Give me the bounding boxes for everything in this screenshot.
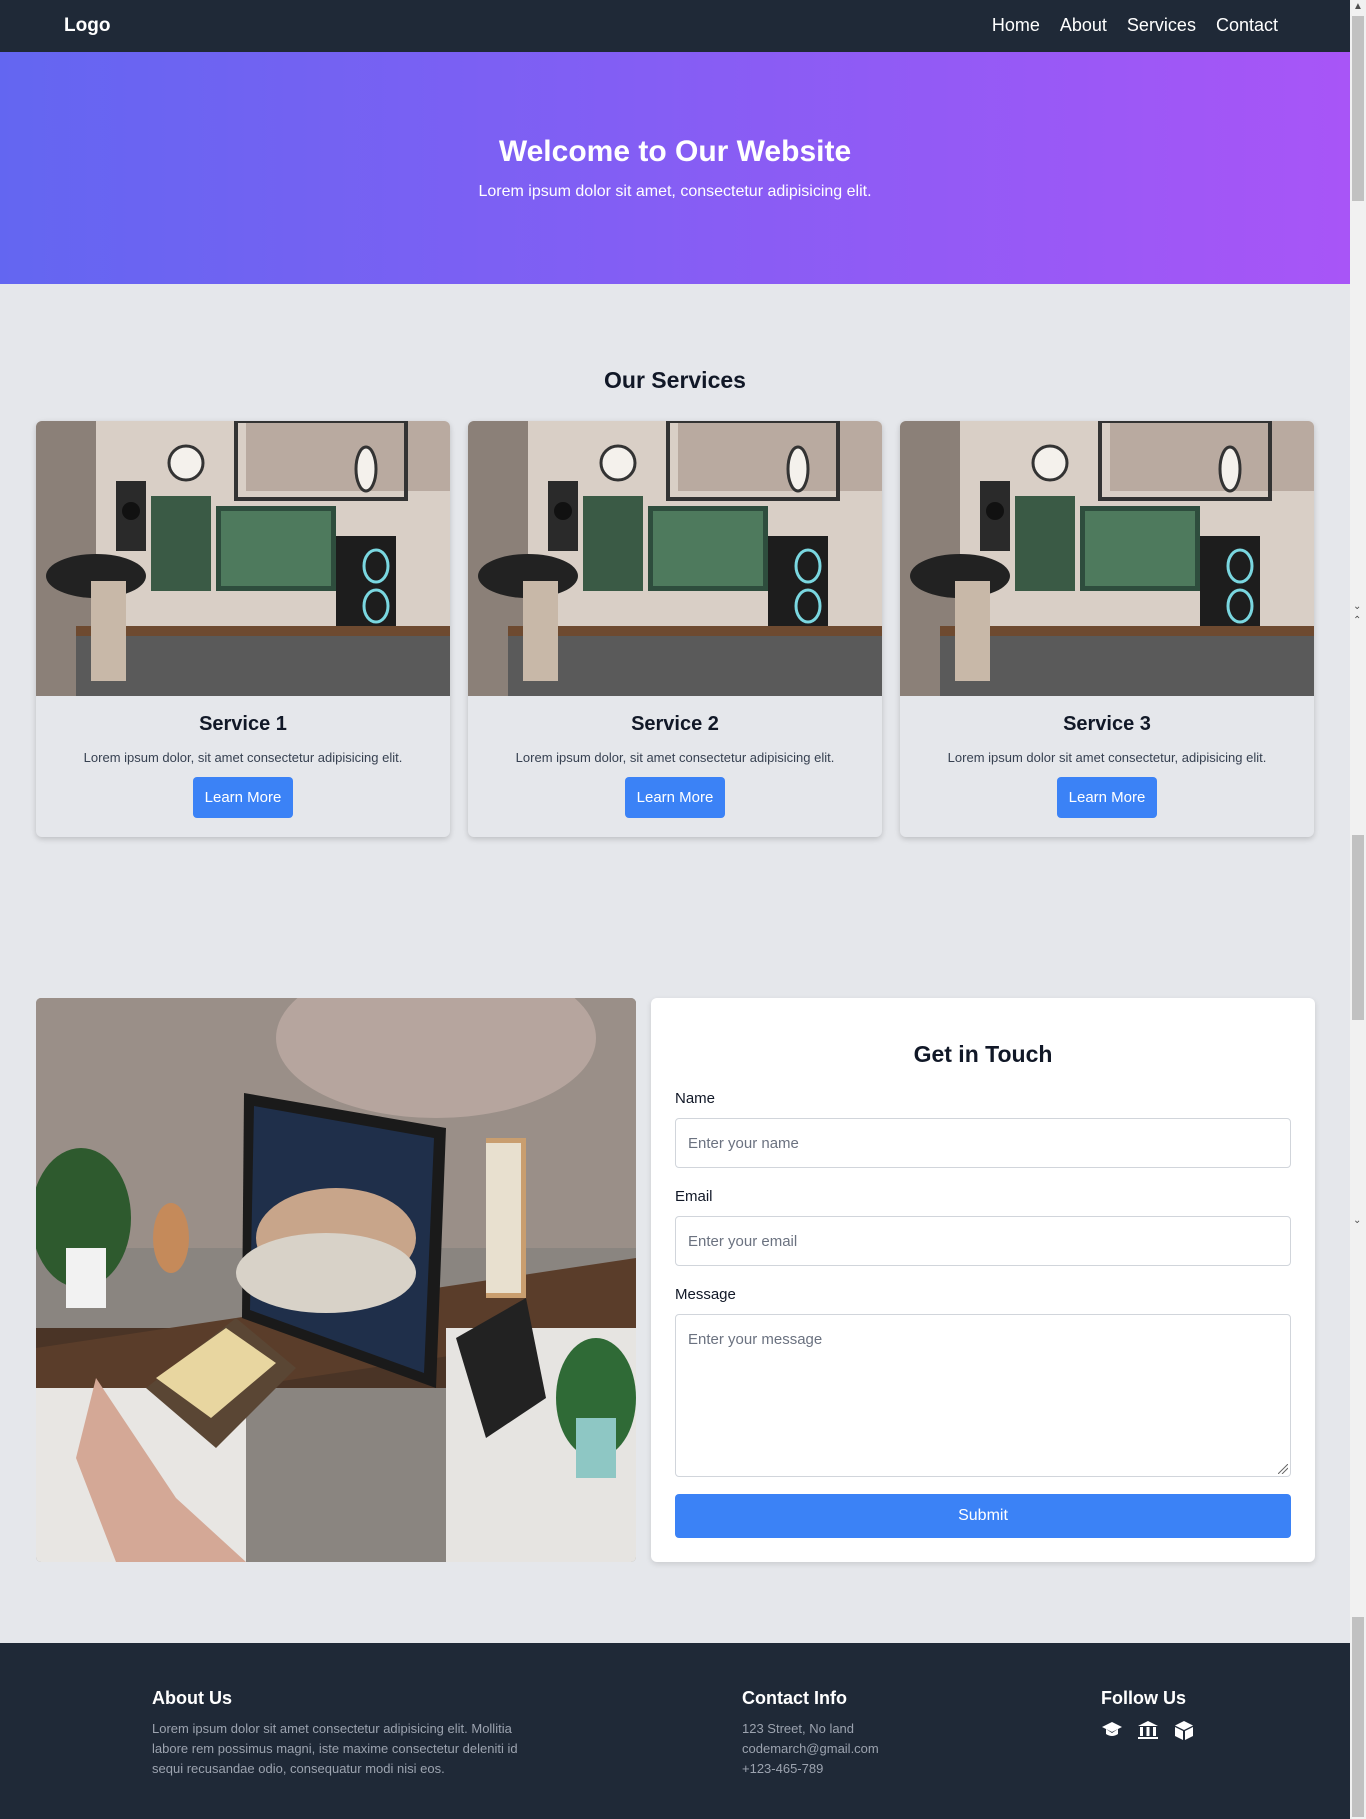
nav-menu: Home About Services Contact — [992, 15, 1278, 36]
cube-icon[interactable] — [1173, 1719, 1195, 1741]
scrollbar-thumb-tertiary[interactable] — [1352, 1617, 1364, 1817]
footer-about-text: Lorem ipsum dolor sit amet consectetur a… — [152, 1721, 518, 1776]
learn-more-button[interactable]: Learn More — [1056, 777, 1158, 818]
service-card: Service 3 Lorem ipsum dolor sit amet con… — [900, 421, 1314, 837]
nav-item-services[interactable]: Services — [1127, 15, 1196, 36]
service-image — [900, 421, 1314, 696]
service-text: Lorem ipsum dolor, sit amet consectetur … — [515, 750, 835, 765]
learn-more-button[interactable]: Learn More — [624, 777, 726, 818]
footer-address: 123 Street, No land — [742, 1721, 855, 1736]
bank-icon[interactable] — [1137, 1719, 1159, 1741]
service-title: Service 1 — [199, 713, 287, 735]
top-navbar: Logo Home About Services Contact — [0, 0, 1350, 52]
social-links — [1101, 1719, 1195, 1741]
message-label: Message — [675, 1286, 736, 1303]
message-placeholder: Enter your message — [688, 1331, 823, 1348]
name-field[interactable]: Enter your name — [675, 1118, 1291, 1168]
scrollbar-thumb-secondary[interactable] — [1352, 835, 1364, 1020]
name-label: Name — [675, 1090, 716, 1107]
service-title: Service 2 — [631, 713, 719, 735]
desk-image — [36, 998, 636, 1562]
nav-item-home[interactable]: Home — [992, 15, 1040, 36]
service-title: Service 3 — [1063, 713, 1151, 735]
footer: About Us Lorem ipsum dolor sit amet cons… — [0, 1643, 1350, 1819]
service-card: Service 2 Lorem ipsum dolor, sit amet co… — [468, 421, 882, 837]
graduation-cap-icon[interactable] — [1101, 1719, 1123, 1741]
submit-button[interactable]: Submit — [675, 1494, 1291, 1538]
service-text: Lorem ipsum dolor sit amet consectetur, … — [947, 750, 1267, 765]
nav-item-about[interactable]: About — [1060, 15, 1107, 36]
service-card: Service 1 Lorem ipsum dolor, sit amet co… — [36, 421, 450, 837]
footer-contact-title: Contact Info — [742, 1688, 847, 1708]
hero-banner: Welcome to Our Website Lorem ipsum dolor… — [0, 52, 1350, 284]
message-field[interactable]: Enter your message — [675, 1314, 1291, 1477]
services-cards: Service 1 Lorem ipsum dolor, sit amet co… — [36, 421, 1315, 837]
footer-follow-title: Follow Us — [1101, 1688, 1186, 1708]
footer-about-title: About Us — [152, 1688, 232, 1708]
footer-contact-info: 123 Street, No land codemarch@gmail.com … — [742, 1719, 879, 1779]
services-title: Our Services — [604, 367, 746, 393]
learn-more-button[interactable]: Learn More — [192, 777, 294, 818]
hero-subtitle: Lorem ipsum dolor sit amet, consectetur … — [478, 183, 872, 200]
resize-handle-icon[interactable] — [1278, 1464, 1288, 1474]
service-text: Lorem ipsum dolor, sit amet consectetur … — [83, 750, 403, 765]
form-title: Get in Touch — [913, 1041, 1053, 1067]
email-label: Email — [675, 1188, 713, 1205]
nav-item-contact[interactable]: Contact — [1216, 15, 1278, 36]
contact-form: Get in Touch Name Enter your name Email … — [651, 998, 1315, 1562]
service-image — [468, 421, 882, 696]
chevron-up-icon[interactable]: ⌃ — [1353, 616, 1363, 626]
scrollbar-thumb[interactable] — [1352, 16, 1364, 201]
footer-phone: +123-465-789 — [742, 1761, 824, 1776]
logo[interactable]: Logo — [64, 15, 110, 37]
chevron-down-icon[interactable]: ⌄ — [1353, 602, 1363, 612]
chevron-down-icon[interactable]: ⌄ — [1353, 1216, 1363, 1226]
service-image — [36, 421, 450, 696]
scrollbar[interactable]: ▲ ⌄ ⌃ ⌄ — [1350, 0, 1366, 1819]
hero-title: Welcome to Our Website — [498, 135, 852, 168]
page: Logo Home About Services Contact Welcome… — [0, 0, 1350, 1819]
email-field[interactable]: Enter your email — [675, 1216, 1291, 1266]
scroll-up-icon[interactable]: ▲ — [1353, 2, 1363, 12]
footer-email[interactable]: codemarch@gmail.com — [742, 1739, 879, 1759]
